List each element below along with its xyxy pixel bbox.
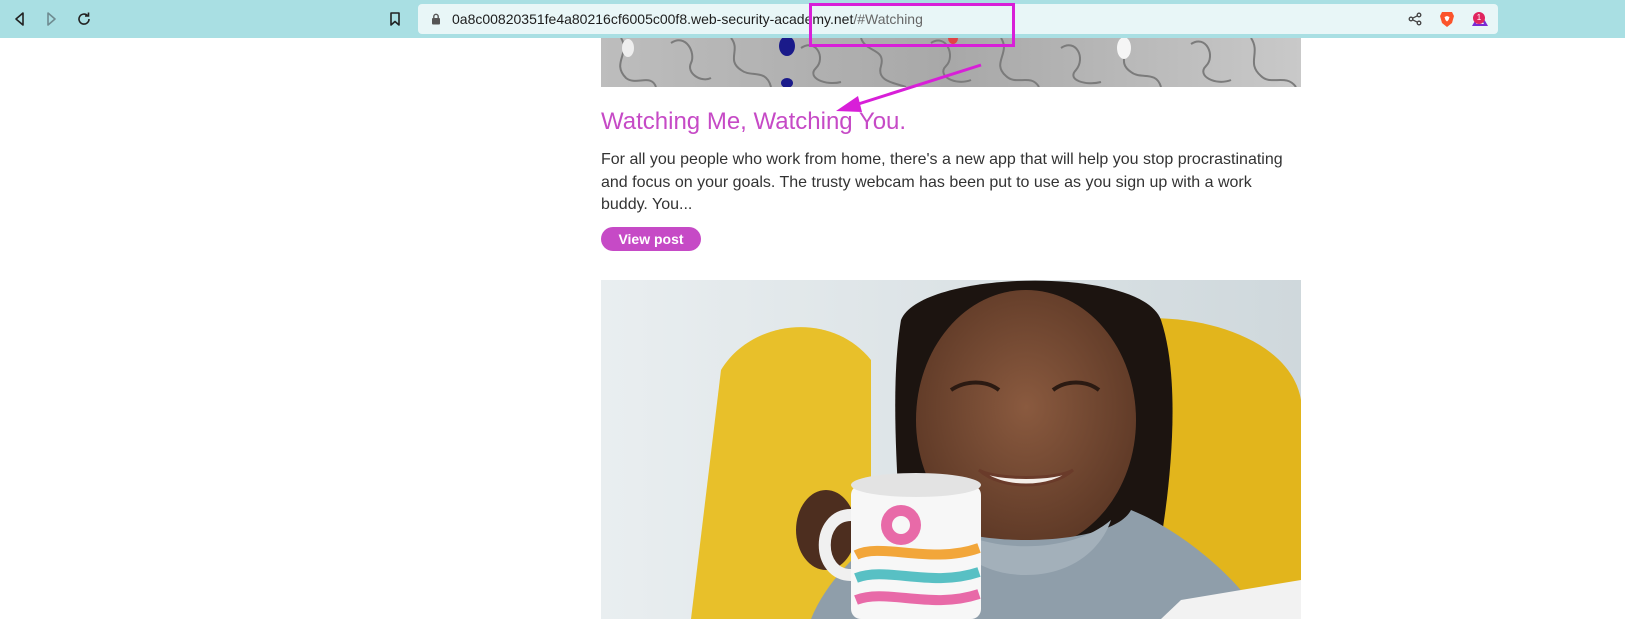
view-post-button[interactable]: View post	[601, 227, 701, 251]
woman-drinking-tea-illustration	[601, 280, 1301, 619]
rewards-badge: 1	[1473, 12, 1485, 24]
back-button[interactable]	[9, 8, 31, 30]
reload-button[interactable]	[73, 8, 95, 30]
bookmark-button[interactable]	[384, 8, 406, 30]
bookmark-icon	[390, 12, 400, 26]
brave-rewards-button[interactable]: 1	[1470, 10, 1490, 28]
back-arrow-icon	[15, 12, 24, 26]
forward-arrow-icon	[47, 12, 56, 26]
post-excerpt: For all you people who work from home, t…	[601, 151, 1283, 213]
url-domain: 0a8c00820351fe4a80216cf6005c00f8.web-sec…	[452, 11, 854, 27]
share-icon[interactable]	[1408, 12, 1422, 26]
brave-shield-icon[interactable]	[1438, 10, 1456, 28]
lock-icon	[432, 13, 440, 25]
post-image-woman-with-mug	[601, 280, 1301, 619]
post-title[interactable]: Watching Me, Watching You.	[601, 108, 906, 136]
reload-icon	[78, 12, 90, 25]
url-fragment-highlight-box	[809, 3, 1015, 47]
forward-button[interactable]	[40, 8, 62, 30]
